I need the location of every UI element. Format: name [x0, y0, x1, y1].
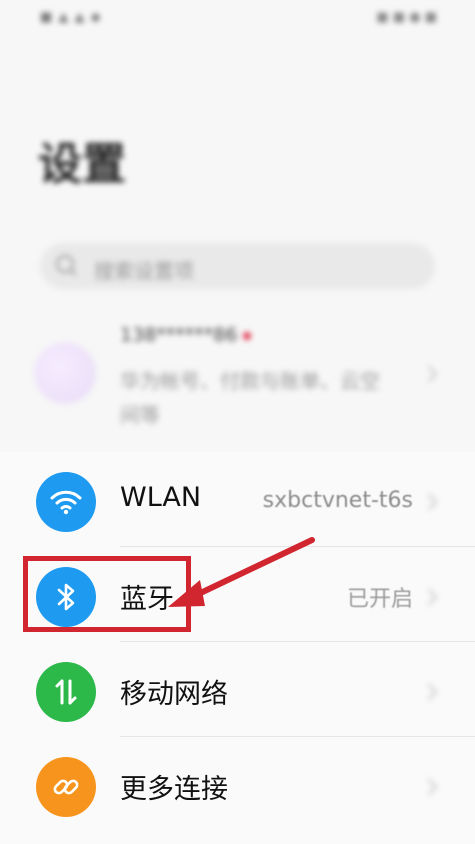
- annotation-arrow: [168, 537, 315, 607]
